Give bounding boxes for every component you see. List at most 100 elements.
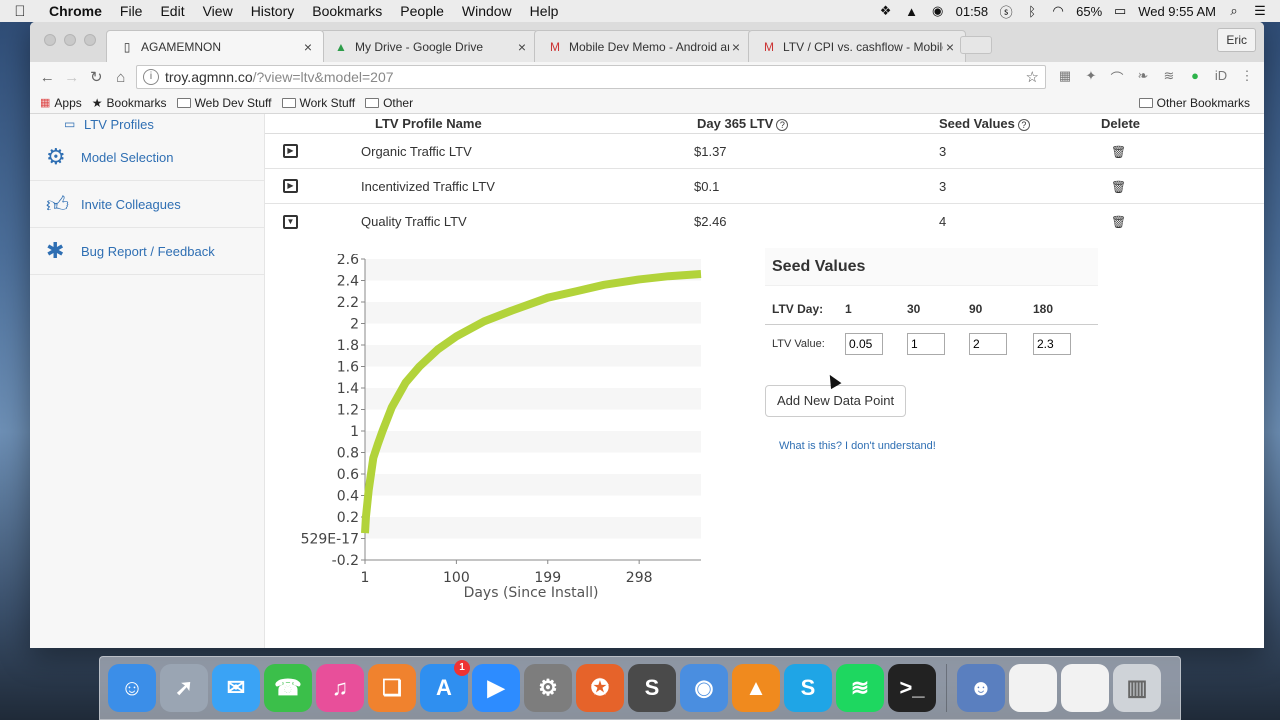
forward-icon[interactable]: → xyxy=(63,69,82,86)
layers-extension-icon[interactable]: ≋ xyxy=(1160,68,1178,87)
dock-sublime-icon[interactable]: S xyxy=(628,664,676,712)
menu-edit[interactable]: Edit xyxy=(151,3,193,19)
tab-mobile-dev-memo[interactable]: M Mobile Dev Memo - Android an × xyxy=(534,30,752,62)
tab-agamemnon[interactable]: ▯ AGAMEMNON × xyxy=(106,30,324,62)
bookmark-folder-work[interactable]: Work Stuff xyxy=(281,96,355,110)
chrome-menu-icon[interactable]: ⋮ xyxy=(1238,68,1256,87)
y-tick-label: 2 xyxy=(350,317,359,333)
mac-menubar:  Chrome File Edit View History Bookmark… xyxy=(0,0,1280,22)
info-icon[interactable]: i xyxy=(143,69,159,85)
tab-google-drive[interactable]: ▲ My Drive - Google Drive × xyxy=(320,30,538,62)
dock-facetime-icon[interactable]: ☎ xyxy=(264,664,312,712)
trash-icon[interactable]: 🗑︎ xyxy=(1101,180,1126,194)
dock-game-icon[interactable]: ☻ xyxy=(957,664,1005,712)
menu-history[interactable]: History xyxy=(242,3,304,19)
timer-icon[interactable]: ◉ xyxy=(930,3,946,19)
dock-window-thumb-1-icon[interactable] xyxy=(1009,664,1057,712)
back-icon[interactable]: ← xyxy=(38,69,57,86)
bookmark-folder-web-dev[interactable]: Web Dev Stuff xyxy=(176,96,272,110)
skype-icon[interactable]: ⓢ xyxy=(998,2,1014,21)
seed-day: 1 xyxy=(845,294,907,325)
help-icon[interactable]: ? xyxy=(1017,119,1030,131)
minimize-window-button[interactable] xyxy=(64,34,76,46)
menu-window[interactable]: Window xyxy=(453,3,521,19)
menubar-clock[interactable]: Wed 9:55 AM xyxy=(1138,4,1216,19)
new-tab-button[interactable] xyxy=(960,36,992,54)
seed-value-input[interactable] xyxy=(907,333,945,356)
dock-zoom-icon[interactable]: ▶ xyxy=(472,664,520,712)
zoom-window-button[interactable] xyxy=(84,34,96,46)
seed-value-input[interactable] xyxy=(1033,333,1071,356)
battery-percent[interactable]: 65% xyxy=(1076,4,1102,19)
add-data-point-button[interactable]: Add New Data Point xyxy=(765,385,907,417)
dock-launchpad-icon[interactable]: ➚ xyxy=(160,664,208,712)
dock-messages-icon[interactable]: ✉ xyxy=(212,664,260,712)
seed-value-input[interactable] xyxy=(969,333,1007,356)
dock-firefox-icon[interactable]: ✪ xyxy=(576,664,624,712)
dock-ibooks-icon[interactable]: ❏ xyxy=(368,664,416,712)
calendar-extension-icon[interactable]: ▦ xyxy=(1056,68,1074,87)
sidebar-item-invite-colleagues[interactable]: 👍︎ Invite Colleagues xyxy=(30,181,264,228)
notification-center-icon[interactable]: ☰ xyxy=(1252,3,1268,19)
help-icon[interactable]: ? xyxy=(776,119,789,131)
close-tab-icon[interactable]: × xyxy=(729,39,743,55)
timer-readout[interactable]: 01:58 xyxy=(956,4,989,19)
menu-file[interactable]: File xyxy=(111,3,152,19)
dock-chrome-icon[interactable]: ◉ xyxy=(680,664,728,712)
spotlight-icon[interactable]: ⌕ xyxy=(1226,3,1242,19)
bluetooth-icon[interactable]: ᛒ xyxy=(1024,4,1040,19)
profile-seed-count: 3 xyxy=(939,143,947,159)
home-icon[interactable]: ⌂ xyxy=(112,69,131,86)
bookmark-other-bookmarks[interactable]: Other Bookmarks xyxy=(1138,96,1250,110)
analytics-extension-icon[interactable]: ⌒ xyxy=(1108,68,1126,87)
help-link[interactable]: What is this? I don't understand! xyxy=(779,440,936,452)
dock-finder-icon[interactable]: ☺ xyxy=(108,664,156,712)
menu-app-name[interactable]: Chrome xyxy=(40,3,111,19)
address-bar[interactable]: i troy.agmnn.co/?view=ltv&model=207 ☆ xyxy=(136,65,1046,89)
sidebar-item-bug-report[interactable]: ✱ Bug Report / Feedback xyxy=(30,228,264,275)
dock-system-preferences-icon[interactable]: ⚙ xyxy=(524,664,572,712)
tab-ltv-cpi[interactable]: M LTV / CPI vs. cashflow - Mobile × xyxy=(748,30,966,62)
seed-value-input[interactable] xyxy=(845,333,883,356)
menu-view[interactable]: View xyxy=(194,3,242,19)
leaf-extension-icon[interactable]: ❧ xyxy=(1134,68,1152,87)
expand-icon[interactable]: ▶ xyxy=(283,144,298,158)
dock-skype-icon[interactable]: S xyxy=(784,664,832,712)
sidebar-item-model-selection[interactable]: ⚙ Model Selection xyxy=(30,134,264,181)
collapse-icon[interactable]: ▼ xyxy=(283,214,298,229)
bookmark-apps[interactable]: ▦ Apps xyxy=(40,96,82,110)
trash-icon[interactable]: 🗑︎ xyxy=(1101,145,1126,159)
drive-icon[interactable]: ▲ xyxy=(904,4,920,19)
bookmark-folder-other[interactable]: Other xyxy=(365,96,413,110)
sparkle-extension-icon[interactable]: ✦ xyxy=(1082,68,1100,87)
close-tab-icon[interactable]: × xyxy=(943,39,957,55)
dock-terminal-icon[interactable]: >_ xyxy=(888,664,936,712)
menu-help[interactable]: Help xyxy=(521,3,568,19)
apple-icon[interactable]:  xyxy=(0,3,40,20)
dock-app-store-icon[interactable]: A1 xyxy=(420,660,470,712)
dock-vlc-icon[interactable]: ▲ xyxy=(732,664,780,712)
wifi-icon[interactable]: ◠ xyxy=(1050,3,1066,19)
expand-icon[interactable]: ▶ xyxy=(283,179,298,193)
battery-icon[interactable]: ▭ xyxy=(1112,3,1128,19)
dock-spotify-icon[interactable]: ≋ xyxy=(836,664,884,712)
reload-icon[interactable]: ↻ xyxy=(87,68,106,86)
dock-trash-icon[interactable]: ▥ xyxy=(1113,664,1161,712)
evernote-extension-icon[interactable]: ● xyxy=(1186,68,1204,87)
bookmark-bookmarks[interactable]: ★ Bookmarks xyxy=(92,96,167,110)
trash-icon[interactable]: 🗑︎ xyxy=(1101,215,1126,229)
sidebar-item-ltv-profiles[interactable]: ▭ LTV Profiles xyxy=(30,114,264,134)
dock-window-thumb-2-icon[interactable] xyxy=(1061,664,1109,712)
menu-people[interactable]: People xyxy=(391,3,453,19)
bookmark-star-icon[interactable]: ☆ xyxy=(1026,68,1039,86)
profile-button[interactable]: Eric xyxy=(1217,28,1256,52)
dropbox-icon[interactable]: ❖ xyxy=(878,3,894,19)
id-extension-icon[interactable]: iD xyxy=(1212,68,1230,87)
gmail-icon: M xyxy=(550,39,560,54)
close-tab-icon[interactable]: × xyxy=(301,39,315,55)
y-tick-label: 0.2 xyxy=(337,510,359,526)
dock-itunes-icon[interactable]: ♫ xyxy=(316,664,364,712)
menu-bookmarks[interactable]: Bookmarks xyxy=(303,3,391,19)
close-window-button[interactable] xyxy=(44,34,56,46)
close-tab-icon[interactable]: × xyxy=(515,39,529,55)
